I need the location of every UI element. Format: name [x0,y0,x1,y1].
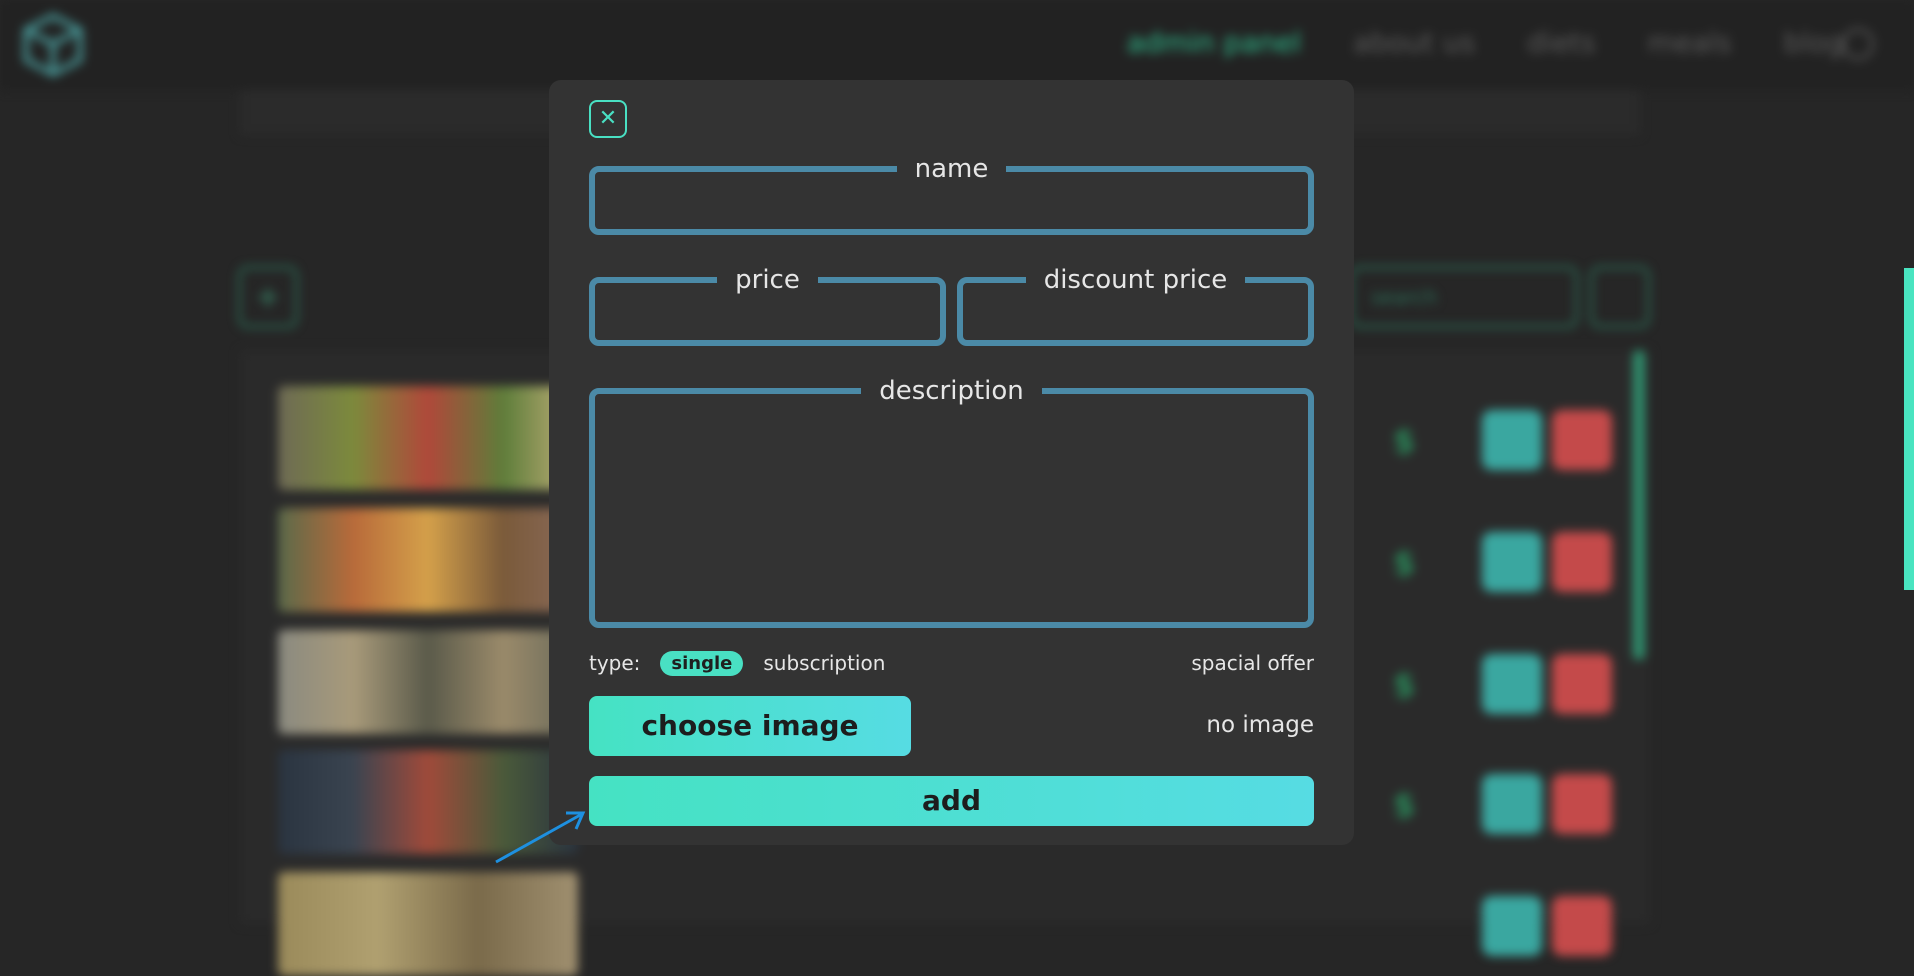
meal-thumbnail [278,750,578,854]
cube-logo-icon [23,13,83,77]
nav-meals[interactable]: meals [1648,26,1732,59]
name-input[interactable] [595,182,1308,229]
special-offer-toggle[interactable]: spacial offer [1191,651,1314,675]
name-field: name [589,156,1314,235]
nav-blog[interactable]: blog [1784,26,1844,59]
add-button[interactable]: add [589,776,1314,826]
edit-button[interactable] [1482,774,1542,834]
close-button[interactable]: ✕ [589,100,627,138]
type-label: type: [589,651,641,675]
search-button[interactable] [1590,266,1650,328]
delete-button[interactable] [1552,654,1612,714]
page-scrollbar[interactable] [1904,268,1914,590]
nav-diets[interactable]: diets [1527,26,1595,59]
price-field: price [589,267,946,346]
name-label: name [914,154,989,184]
search-input[interactable]: search [1350,266,1578,328]
edit-button[interactable] [1482,654,1542,714]
meal-price: $ [1393,786,1416,824]
edit-button[interactable] [1482,532,1542,592]
meal-thumbnail [278,630,578,734]
meal-price: $ [1393,666,1416,704]
delete-button[interactable] [1552,774,1612,834]
add-meal-button[interactable]: + [238,266,298,328]
delete-button[interactable] [1552,532,1612,592]
user-icon[interactable] [1842,28,1874,60]
type-option-single[interactable]: single [660,650,744,676]
type-selector: type: single subscription spacial offer [589,648,1314,678]
image-status: no image [1206,712,1314,738]
delete-button[interactable] [1552,896,1612,956]
navbar: admin panel about us diets meals blog [0,0,1914,90]
description-label: description [879,376,1024,406]
nav-admin-panel[interactable]: admin panel [1127,26,1301,59]
meal-thumbnail [278,872,578,976]
discount-price-label: discount price [1043,265,1228,295]
meal-thumbnail [278,508,578,612]
price-input[interactable] [595,293,940,340]
meal-price: $ [1393,544,1416,582]
nav-links: admin panel about us diets meals blog [1127,26,1844,59]
list-item [278,872,1612,976]
description-field: description [589,378,1314,628]
discount-price-input[interactable] [963,293,1308,340]
add-meal-modal: ✕ name price discount price description … [549,80,1354,845]
meal-price: $ [1393,422,1416,460]
close-icon: ✕ [598,106,618,131]
discount-price-field: discount price [957,267,1314,346]
description-textarea[interactable] [595,404,1308,622]
edit-button[interactable] [1482,410,1542,470]
price-label: price [735,265,800,295]
list-scrollbar[interactable] [1633,350,1645,660]
delete-button[interactable] [1552,410,1612,470]
edit-button[interactable] [1482,896,1542,956]
choose-image-button[interactable]: choose image [589,696,911,756]
meal-thumbnail [278,386,578,490]
type-option-subscription[interactable]: subscription [763,651,885,675]
nav-about-us[interactable]: about us [1353,26,1475,59]
